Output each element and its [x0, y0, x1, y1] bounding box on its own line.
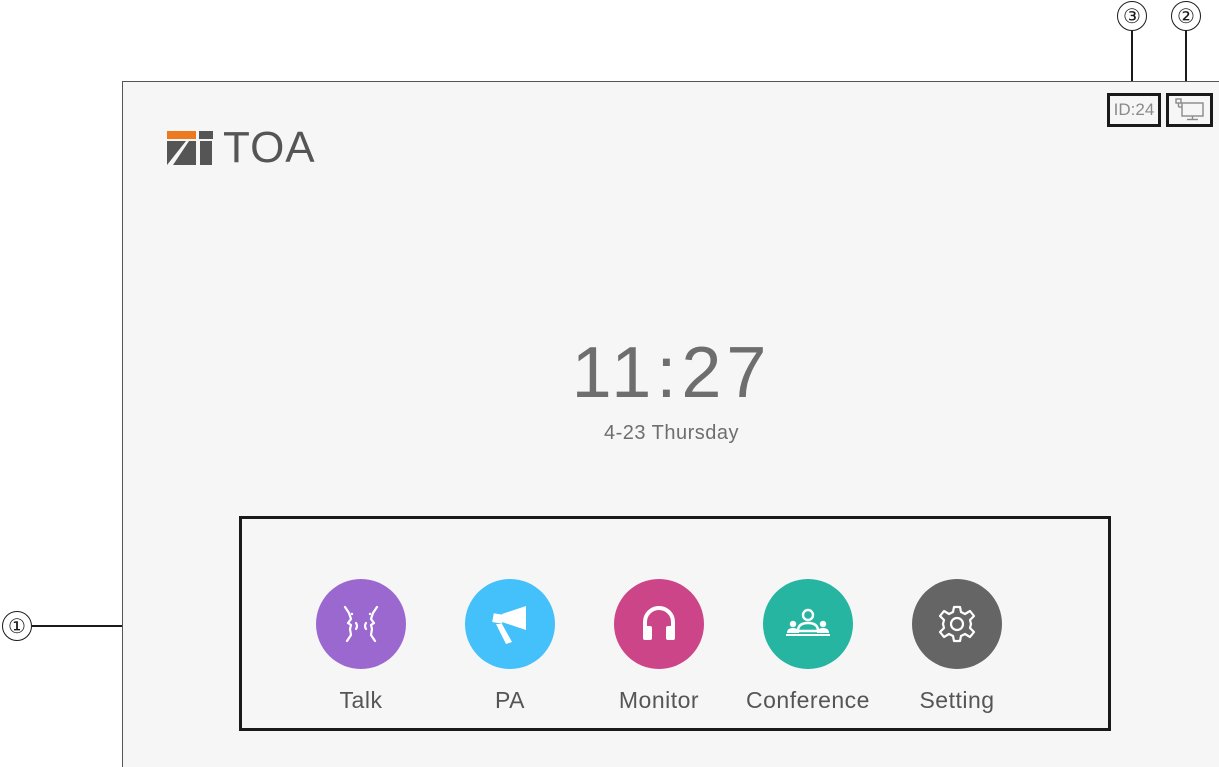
clock-date: 4-23 Thursday [603, 422, 740, 444]
toa-logo: TOA [167, 124, 316, 172]
pa-button-circle[interactable] [465, 579, 555, 669]
callout-2: ② [1171, 1, 1201, 31]
monitor-button[interactable]: Monitor [584, 579, 734, 714]
pa-label: PA [495, 687, 525, 713]
monitor-label: Monitor [618, 687, 700, 713]
callout-3: ③ [1117, 1, 1147, 31]
toa-logo-mark-icon [167, 131, 213, 165]
setting-label: Setting [919, 687, 995, 713]
home-screen: TOA ID:24 11:27 4-23 Thursday Talk PA Mo… [122, 81, 1219, 767]
gear-icon [938, 605, 976, 643]
talk-button[interactable]: Talk [286, 579, 436, 714]
clock-time: 11:27 [571, 333, 772, 413]
callout-1: ① [2, 611, 32, 641]
toa-logo-text: TOA [223, 123, 316, 172]
talk-faces-icon [343, 605, 379, 643]
headphones-icon [643, 606, 675, 640]
pa-button[interactable]: PA [435, 579, 585, 714]
setting-button-circle[interactable] [912, 579, 1002, 669]
conference-button-circle[interactable] [763, 579, 853, 669]
network-status-indicator [1166, 93, 1213, 127]
setting-button[interactable]: Setting [882, 579, 1032, 714]
talk-label: Talk [339, 687, 383, 713]
conference-label: Conference [746, 687, 870, 713]
monitor-button-circle[interactable] [614, 579, 704, 669]
network-computer-icon [1174, 98, 1204, 121]
conference-button[interactable]: Conference [733, 579, 883, 714]
megaphone-icon [492, 606, 526, 644]
device-id-indicator: ID:24 [1107, 93, 1161, 127]
conference-group-icon [786, 608, 830, 636]
talk-button-circle[interactable] [316, 579, 406, 669]
device-id-text: ID:24 [1113, 100, 1155, 119]
function-panel: Talk PA Monitor Conference Setting [239, 516, 1111, 731]
